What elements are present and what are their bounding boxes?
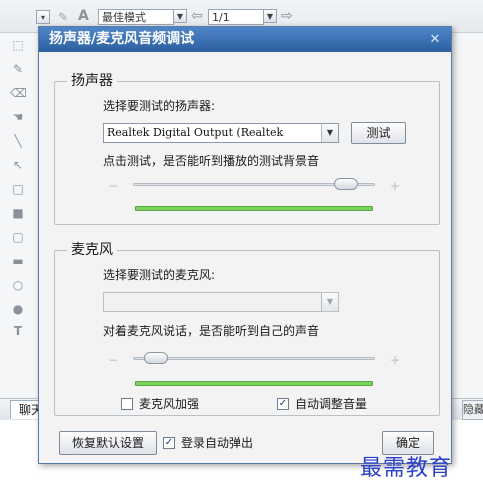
menu-icon[interactable]: ▾ (36, 10, 50, 24)
mic-boost-label: 麦克风加强 (139, 397, 200, 411)
next-page-icon[interactable]: ⇨ (281, 8, 295, 24)
dialog-title: 扬声器/麦克风音频调试 (49, 31, 195, 47)
speaker-group-title: 扬声器 (67, 73, 117, 90)
auto-popup-checkbox[interactable]: ✓ (163, 437, 175, 449)
rectangle-tool-icon[interactable]: □ (10, 182, 26, 196)
pen-icon[interactable]: ✎ (58, 10, 72, 24)
audio-test-dialog: 扬声器/麦克风音频调试 ✕ 扬声器 选择要测试的扬声器: Realtek Dig… (38, 26, 452, 464)
rounded-rectangle-tool-icon[interactable]: ▢ (10, 230, 26, 244)
minus-icon[interactable]: − (107, 180, 119, 192)
page-select[interactable]: 1/1 (208, 9, 264, 25)
auto-adjust-volume-checkbox[interactable]: ✓ (277, 398, 289, 410)
microphone-select-label: 选择要测试的麦克风: (103, 268, 216, 282)
restore-defaults-button-label: 恢复默认设置 (71, 436, 144, 450)
speaker-hint: 点击测试，是否能听到播放的测试背景音 (103, 154, 320, 168)
dialog-titlebar: 扬声器/麦克风音频调试 ✕ (39, 27, 451, 52)
auto-popup-label: 登录自动弹出 (181, 436, 254, 450)
hide-button-label: 隐藏 (463, 403, 483, 416)
pencil-tool-icon[interactable]: ✎ (10, 62, 26, 76)
chevron-down-icon[interactable]: ▼ (321, 124, 338, 142)
speaker-volume-thumb[interactable] (334, 178, 358, 190)
hide-button[interactable]: 隐藏 (462, 400, 483, 420)
microphone-volume-thumb[interactable] (144, 352, 168, 364)
eraser-tool-icon[interactable]: ⌫ (10, 86, 27, 100)
microphone-group-title: 麦克风 (67, 242, 117, 259)
line-tool-icon[interactable]: ╲ (10, 134, 26, 148)
mode-select[interactable]: 最佳模式 (98, 9, 174, 25)
filled-ellipse-tool-icon[interactable]: ● (10, 302, 26, 316)
chevron-down-icon[interactable]: ▼ (321, 293, 338, 311)
watermark: 最需教育 (360, 456, 453, 481)
microphone-volume-track[interactable] (133, 357, 375, 360)
test-speaker-button-label: 测试 (366, 126, 391, 140)
ellipse-tool-icon[interactable]: ○ (10, 278, 26, 292)
speaker-device-select[interactable]: Realtek Digital Output (Realtek ▼ (103, 123, 339, 143)
text-tool-icon[interactable]: T (10, 324, 26, 338)
microphone-hint: 对着麦克风说话，是否能听到自己的声音 (103, 324, 320, 338)
auto-adjust-volume-label: 自动调整音量 (295, 397, 368, 411)
speaker-device-value: Realtek Digital Output (Realtek (107, 126, 284, 139)
hand-tool-icon[interactable]: ☚ (10, 110, 26, 124)
minus-icon[interactable]: − (107, 354, 119, 366)
page-select-value: 1/1 (212, 11, 230, 24)
microphone-level-meter (135, 381, 373, 386)
microphone-device-select[interactable]: ▼ (103, 292, 339, 312)
page-dropdown-icon[interactable]: ▼ (263, 9, 277, 23)
drawing-tools-panel: ⬚ ✎ ⌫ ☚ ╲ ↖ □ ■ ▢ ▬ ○ ● T (6, 32, 32, 392)
prev-page-icon[interactable]: ⇦ (191, 8, 205, 24)
plus-icon[interactable]: + (389, 180, 401, 192)
microphone-group: 麦克风 选择要测试的麦克风: ▼ 对着麦克风说话，是否能听到自己的声音 − + … (54, 242, 440, 416)
speaker-level-meter (135, 206, 373, 211)
close-icon[interactable]: ✕ (427, 32, 443, 47)
mic-boost-checkbox[interactable] (121, 398, 133, 410)
select-tool-icon[interactable]: ⬚ (10, 38, 26, 52)
arrow-tool-icon[interactable]: ↖ (10, 158, 26, 172)
speaker-select-label: 选择要测试的扬声器: (103, 99, 216, 113)
mode-dropdown-icon[interactable]: ▼ (173, 9, 187, 23)
plus-icon[interactable]: + (389, 354, 401, 366)
filled-rounded-rectangle-tool-icon[interactable]: ▬ (10, 254, 26, 268)
text-tool-icon[interactable]: A (78, 8, 92, 24)
speaker-group: 扬声器 选择要测试的扬声器: Realtek Digital Output (R… (54, 73, 440, 225)
restore-defaults-button[interactable]: 恢复默认设置 (59, 431, 157, 455)
mode-select-value: 最佳模式 (102, 11, 146, 24)
ok-button-label: 确定 (395, 436, 420, 450)
test-speaker-button[interactable]: 测试 (351, 122, 406, 144)
filled-rectangle-tool-icon[interactable]: ■ (10, 206, 26, 220)
